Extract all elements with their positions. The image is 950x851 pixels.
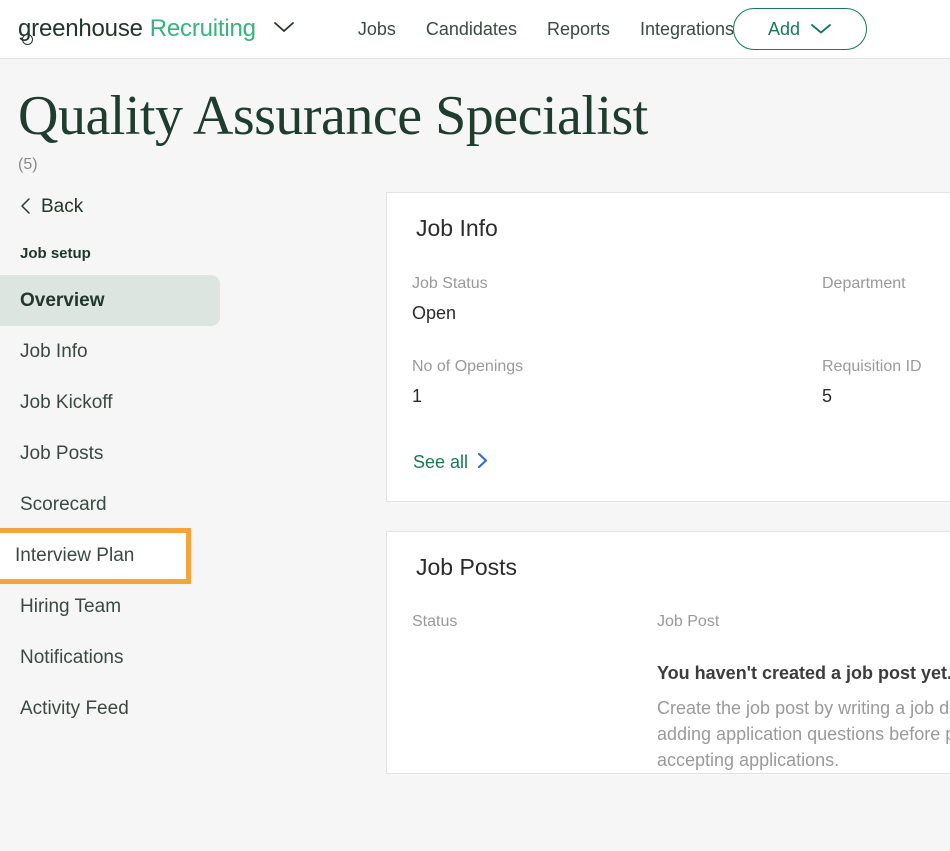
brand-logo[interactable]: greenhouse Recruiting: [18, 15, 295, 45]
job-info-card-title: Job Info: [416, 215, 498, 241]
field-value: Open: [412, 303, 457, 323]
sidebar-item-label: Job Info: [20, 340, 88, 362]
sidebar-item-scorecard[interactable]: Scorecard: [0, 479, 386, 530]
job-info-row-1: Job Status Open Department: [387, 275, 950, 325]
greenhouse-circle-icon: [22, 34, 33, 45]
brand-name-accent: Recruiting: [149, 15, 256, 42]
card-spacer: [386, 502, 950, 531]
job-info-row-2: No of Openings 1 Requisition ID 5: [387, 358, 950, 408]
sidebar-item-job-info[interactable]: Job Info: [0, 326, 386, 377]
nav-item-integrations[interactable]: Integrations: [625, 19, 749, 40]
nav-item-jobs[interactable]: Jobs: [343, 19, 411, 40]
sidebar-item-label: Interview Plan: [15, 545, 135, 566]
field-job-status: Job Status Open: [412, 275, 822, 325]
field-label: Requisition ID: [822, 358, 922, 375]
field-label: Job Post: [657, 613, 720, 630]
field-label: No of Openings: [412, 358, 524, 375]
field-job-post: Job Post You haven't created a job post …: [657, 613, 950, 773]
brand-name-dark: greenhouse: [18, 15, 143, 42]
sidebar-item-activity-feed[interactable]: Activity Feed: [0, 683, 386, 734]
field-department: Department: [822, 275, 950, 325]
sidebar-item-label: Hiring Team: [20, 595, 122, 617]
back-link[interactable]: Back: [0, 192, 386, 222]
sidebar-item-label: Job Posts: [20, 442, 104, 464]
page-header: Quality Assurance Specialist (5): [0, 59, 950, 174]
field-label: Status: [412, 613, 458, 630]
empty-state-description: Create the job post by writing a job des…: [657, 698, 950, 771]
sidebar-item-label: Overview: [20, 289, 105, 311]
sidebar-item-job-kickoff[interactable]: Job Kickoff: [0, 377, 386, 428]
page-subtitle-count: (5): [18, 156, 38, 173]
sidebar-item-label: Activity Feed: [20, 697, 129, 719]
sidebar-item-hiring-team[interactable]: Hiring Team: [0, 581, 386, 632]
sidebar-item-overview[interactable]: Overview: [0, 275, 220, 326]
chevron-down-icon: [810, 19, 832, 40]
sidebar-item-label: Notifications: [20, 646, 124, 668]
field-value: 1: [412, 386, 423, 406]
field-value: [822, 303, 950, 325]
field-requisition-id: Requisition ID 5: [822, 358, 950, 408]
empty-state-title: You haven't created a job post yet.: [657, 663, 950, 683]
sidebar: Back Job setup Overview Job Info Job Kic…: [0, 192, 386, 734]
chevron-left-icon: [20, 197, 31, 218]
see-all-label: See all: [413, 452, 469, 472]
sidebar-section-heading: Job setup: [20, 245, 91, 262]
nav-item-reports[interactable]: Reports: [532, 19, 625, 40]
top-header: greenhouse Recruiting Jobs Candidates Re…: [0, 0, 950, 59]
back-link-label: Back: [41, 196, 84, 217]
chevron-down-icon[interactable]: [273, 20, 295, 39]
job-posts-card-title: Job Posts: [416, 554, 517, 580]
field-value: [412, 641, 657, 663]
add-button[interactable]: Add: [733, 8, 867, 50]
sidebar-item-label: Scorecard: [20, 493, 107, 515]
sidebar-item-label: Job Kickoff: [20, 391, 113, 413]
nav-item-candidates[interactable]: Candidates: [411, 19, 532, 40]
sidebar-nav-list: Overview Job Info Job Kickoff Job Posts …: [0, 275, 386, 734]
sidebar-item-notifications[interactable]: Notifications: [0, 632, 386, 683]
job-posts-row: Status Job Post You haven't created a jo…: [387, 613, 950, 773]
field-label: Job Status: [412, 275, 488, 292]
field-label: Department: [822, 275, 906, 292]
sidebar-item-job-posts[interactable]: Job Posts: [0, 428, 386, 479]
sidebar-item-interview-plan[interactable]: Interview Plan: [0, 528, 191, 584]
brand-wordmark: greenhouse Recruiting: [18, 15, 256, 45]
job-info-card: Job Info Job Status Open Department No o…: [386, 192, 950, 502]
job-posts-card: Job Posts Status Job Post You haven't cr…: [386, 531, 950, 775]
page-title: Quality Assurance Specialist: [18, 85, 648, 147]
page-content: Back Job setup Overview Job Info Job Kic…: [0, 192, 950, 775]
field-status: Status: [412, 613, 657, 773]
field-value: 5: [822, 386, 833, 406]
see-all-link[interactable]: See all: [387, 452, 488, 473]
main-nav: Jobs Candidates Reports Integrations: [343, 19, 749, 40]
chevron-right-icon: [477, 452, 488, 473]
field-no-of-openings: No of Openings 1: [412, 358, 822, 408]
add-button-label: Add: [767, 18, 801, 39]
main-panel: Job Info Job Status Open Department No o…: [386, 192, 950, 775]
